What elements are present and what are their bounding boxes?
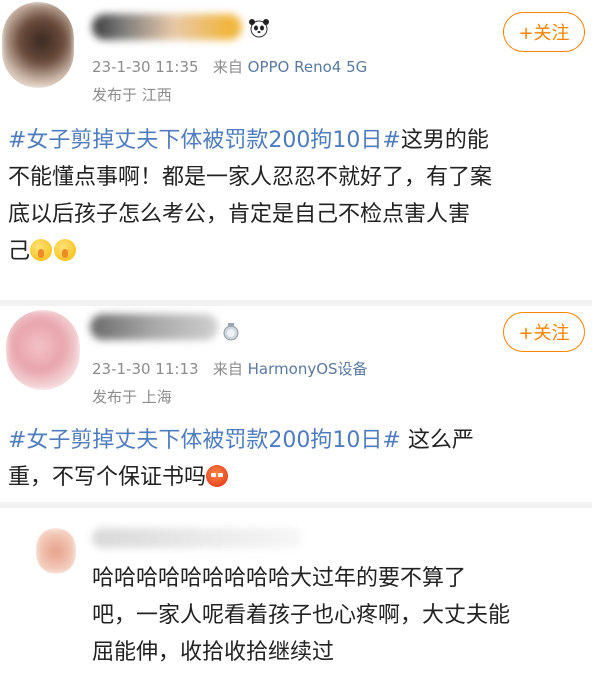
comment: 哈哈哈哈哈哈哈哈哈大过年的要不算了 吧，一家人呢看着孩子也心疼啊，大丈夫能 屈能… [0, 508, 592, 686]
username-blurred[interactable] [92, 14, 242, 40]
topic-link[interactable]: #女子剪掉丈夫下体被罚款200拘10日# [8, 128, 401, 153]
post-date: 23-1-30 11:13 [92, 360, 199, 378]
angry-face-icon [206, 465, 229, 487]
post-date: 23-1-30 11:35 [92, 58, 199, 76]
content-line: 哈哈哈哈哈哈哈哈哈大过年的要不算了 [92, 566, 467, 591]
content-line: #女子剪掉丈夫下体被罚款200拘10日# 这么严 [8, 428, 474, 453]
medal-icon [223, 323, 239, 341]
post-meta: 23-1-30 11:13 来自 HarmonyOS设备 [92, 358, 368, 379]
content-line: 底以后孩子怎么考公，肯定是自己不检点害人害 [8, 202, 471, 227]
shushing-face-icon [54, 239, 77, 261]
avatar[interactable] [36, 528, 76, 574]
content-line: #女子剪掉丈夫下体被罚款200拘10日#这男的能 [8, 128, 489, 153]
device-link[interactable]: HarmonyOS设备 [248, 360, 368, 378]
comment-content: 哈哈哈哈哈哈哈哈哈大过年的要不算了 吧，一家人呢看着孩子也心疼啊，大丈夫能 屈能… [92, 560, 586, 671]
from-prefix: 来自 [212, 360, 243, 378]
content-line: 屈能伸，收拾收拾继续过 [92, 640, 335, 665]
avatar[interactable] [2, 2, 74, 88]
content-line: 己 [8, 233, 586, 270]
device-link[interactable]: OPPO Reno4 5G [248, 58, 368, 76]
username-blurred[interactable] [90, 314, 218, 340]
username-blurred[interactable] [92, 528, 302, 548]
follow-button[interactable]: +关注 [503, 12, 585, 52]
avatar[interactable] [6, 310, 80, 390]
post-2: +关注 23-1-30 11:13 来自 HarmonyOS设备 发布于 上海 … [0, 306, 592, 502]
follow-button-label: +关注 [518, 23, 570, 44]
shushing-face-icon [30, 239, 53, 261]
from-prefix: 来自 [212, 58, 243, 76]
content-line: 重，不写个保证书吗 [8, 459, 586, 496]
post-location: 发布于 江西 [92, 86, 172, 104]
post-1: +关注 23-1-30 11:35 来自 OPPO Reno4 5G 发布于 江… [0, 0, 592, 300]
follow-button-label: +关注 [518, 323, 570, 344]
post-content: #女子剪掉丈夫下体被罚款200拘10日# 这么严 重，不写个保证书吗 [8, 422, 586, 496]
follow-button[interactable]: +关注 [503, 312, 585, 352]
post-content: #女子剪掉丈夫下体被罚款200拘10日#这男的能 不能懂点事啊！都是一家人忍忍不… [8, 122, 586, 270]
topic-link[interactable]: #女子剪掉丈夫下体被罚款200拘10日# [8, 428, 401, 453]
post-location: 发布于 上海 [92, 388, 172, 406]
panda-icon [249, 19, 269, 38]
content-line: 不能懂点事啊！都是一家人忍忍不就好了，有了案 [8, 165, 493, 190]
post-meta: 23-1-30 11:35 来自 OPPO Reno4 5G [92, 56, 367, 77]
content-line: 吧，一家人呢看着孩子也心疼啊，大丈夫能 [92, 603, 511, 628]
